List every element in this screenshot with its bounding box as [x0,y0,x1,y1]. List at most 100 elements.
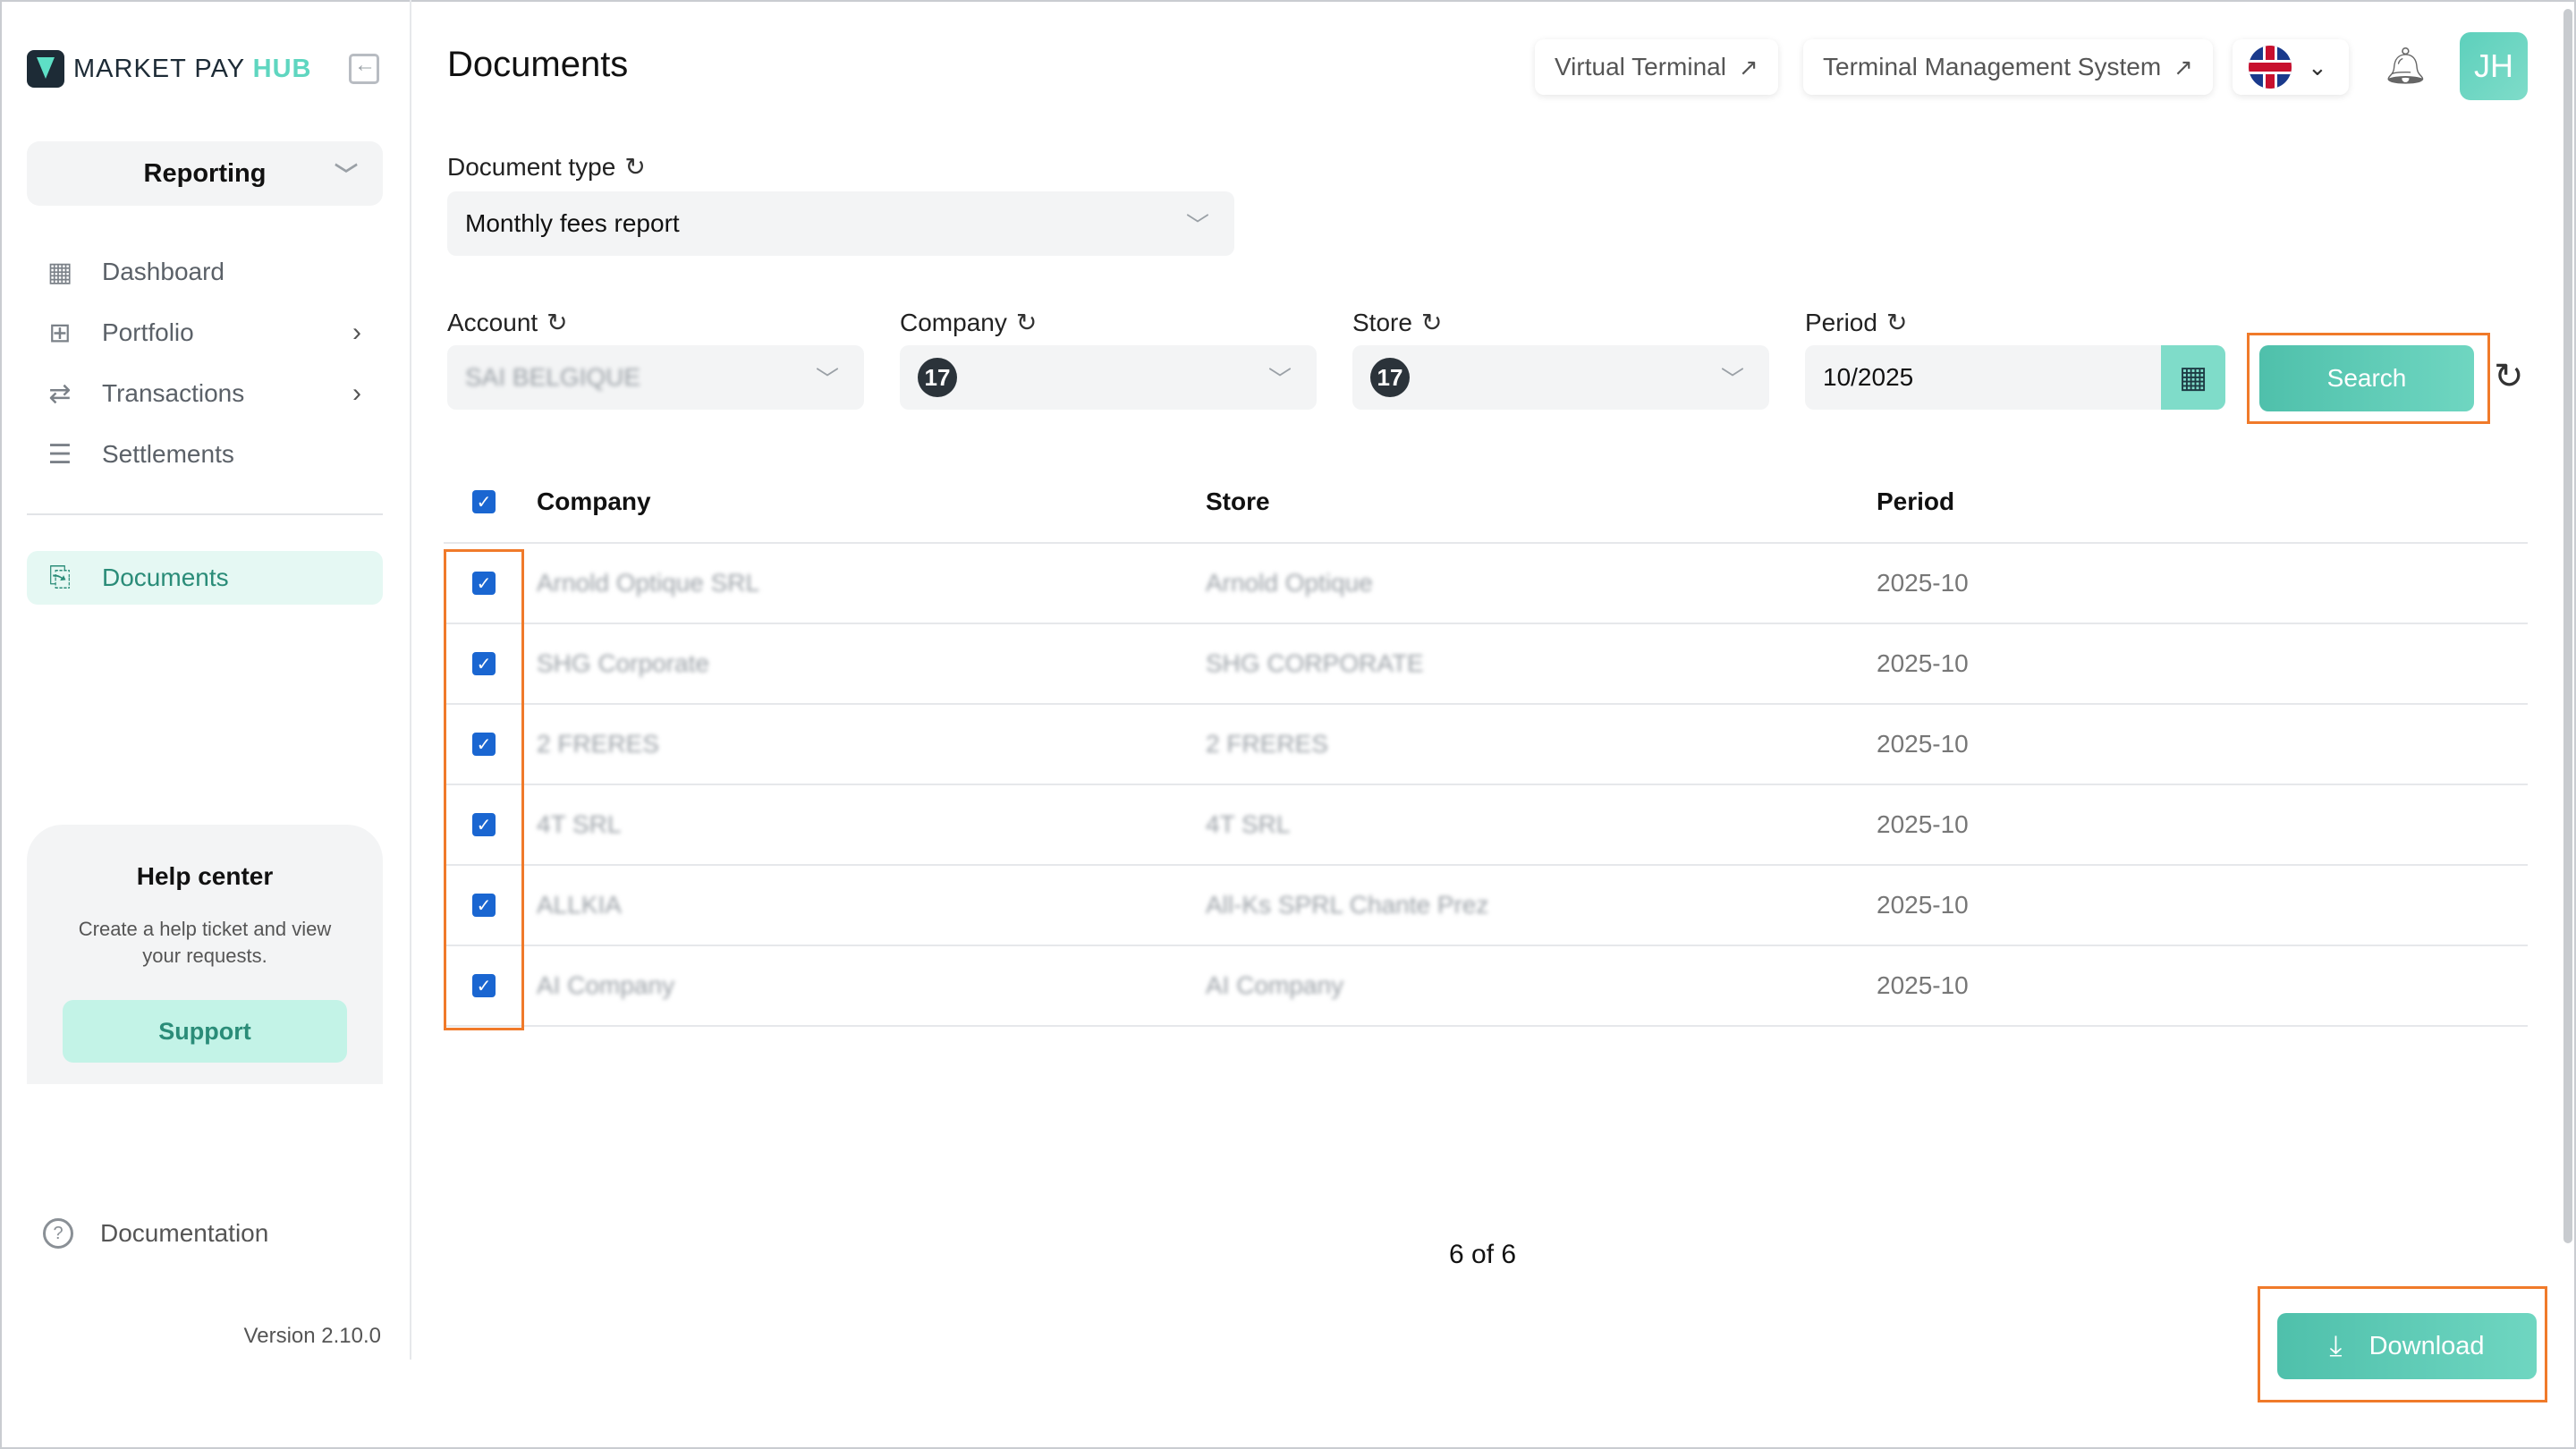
chevron-right-icon: › [352,318,361,347]
column-header-company[interactable]: Company [537,487,651,516]
bell-icon[interactable]: 🔔︎ [2383,45,2428,87]
refresh-icon[interactable]: ↻ [547,308,567,337]
cell-company: Arnold Optique SRL [537,569,760,597]
chevron-down-icon: ﹀ [1185,212,1209,239]
chevron-down-icon: ﹀ [334,162,358,189]
external-link-icon: ↗ [2174,53,2193,80]
help-circle-icon: ? [43,1218,73,1249]
cell-period: 2025-10 [1877,649,1969,677]
sidebar-item-label: Documents [102,564,229,591]
sidebar-item-dashboard[interactable]: ▦ Dashboard [27,242,383,302]
logo-icon [27,50,64,88]
tms-label: Terminal Management System [1823,53,2162,80]
logo-text-main: MARKET PAY [73,54,245,83]
dashboard-icon: ▦ [47,257,73,287]
chevron-down-icon: ⌄ [2308,53,2327,80]
documents-table: ✓ Company Store Period ✓ Arnold Optique … [444,462,2528,1027]
period-label-text: Period [1805,308,1877,336]
table-row[interactable]: ✓ SHG Corporate SHG CORPORATE 2025-10 [444,624,2528,705]
avatar[interactable]: JH [2460,32,2528,100]
logo-text-hub: HUB [252,54,312,83]
external-link-icon: ↗ [1738,53,1758,80]
table-row[interactable]: ✓ 2 FRERES 2 FRERES 2025-10 [444,705,2528,785]
vertical-scrollbar[interactable] [2563,9,2572,1243]
help-center-text: Create a help ticket and view your reque… [78,918,332,967]
app-version: Version 2.10.0 [243,1324,381,1348]
store-select[interactable]: 17 ﹀ [1352,345,1769,410]
store-label: Store ↻ [1352,308,1442,337]
help-center-title: Help center [136,862,274,890]
documentation-link[interactable]: ? Documentation [43,1218,268,1249]
account-label-text: Account [447,308,538,336]
chevron-down-icon: ﹀ [815,366,839,393]
period-value: 10/2025 [1823,363,1914,391]
store-label-text: Store [1352,308,1412,336]
document-type-label: Document type ↻ [447,152,646,182]
document-type-select[interactable]: Monthly fees report ﹀ [447,191,1234,256]
chevron-down-icon: ﹀ [1720,366,1744,393]
section-dropdown[interactable]: Reporting ﹀ [27,141,383,206]
company-label: Company ↻ [900,308,1037,337]
table-row[interactable]: ✓ 4T SRL 4T SRL 2025-10 [444,785,2528,866]
chevron-down-icon: ﹀ [1267,366,1292,393]
table-row[interactable]: ✓ ALLKIA All-Ks SPRL Chante Prez 2025-10 [444,866,2528,946]
sidebar-item-label: Dashboard [102,258,225,285]
select-all-checkbox[interactable]: ✓ [472,490,496,513]
chevron-right-icon: › [352,378,361,408]
refresh-icon[interactable]: ↻ [624,152,645,182]
settlements-icon: ☰ [47,439,72,470]
calendar-icon[interactable]: ▦ [2161,345,2225,410]
collapse-sidebar-icon[interactable] [349,53,379,84]
sidebar-item-label: Transactions [102,379,245,407]
table-header: ✓ Company Store Period [444,462,2528,544]
period-label: Period ↻ [1805,308,1907,337]
period-input[interactable]: 10/2025 ▦ [1805,345,2225,410]
cell-period: 2025-10 [1877,730,1969,758]
refresh-icon[interactable]: ↻ [1886,308,1907,337]
sidebar-item-transactions[interactable]: ⇄ Transactions › [27,363,383,424]
account-label: Account ↻ [447,308,568,337]
portfolio-icon: ⊞ [48,318,72,348]
document-type-value: Monthly fees report [465,209,680,237]
account-select[interactable]: SAI BELGIQUE ﹀ [447,345,864,410]
cell-store: 2 FRERES [1206,730,1328,758]
tms-button[interactable]: Terminal Management System ↗ [1803,39,2213,95]
documentation-label: Documentation [100,1219,269,1247]
company-label-text: Company [900,308,1007,336]
table-row[interactable]: ✓ AI Company AI Company 2025-10 [444,946,2528,1027]
company-select[interactable]: 17 ﹀ [900,345,1317,410]
column-header-period[interactable]: Period [1877,487,1954,516]
transactions-icon: ⇄ [48,378,72,409]
cell-company: 4T SRL [537,810,622,838]
company-count-badge: 17 [918,358,957,397]
section-dropdown-label: Reporting [143,158,267,188]
page-title: Documents [447,45,629,84]
app-logo[interactable]: MARKET PAY HUB [27,50,311,88]
download-icon: ⤓ [2329,1329,2343,1361]
cell-store: SHG CORPORATE [1206,649,1424,677]
refresh-icon[interactable]: ↻ [1016,308,1037,337]
sidebar-item-label: Settlements [102,440,234,468]
logo-text: MARKET PAY HUB [73,55,311,84]
column-header-store[interactable]: Store [1206,487,1270,516]
uk-flag-icon [2249,46,2292,89]
sidebar-item-portfolio[interactable]: ⊞ Portfolio › [27,302,383,363]
refresh-icon[interactable]: ↻ [2494,356,2524,397]
cell-period: 2025-10 [1877,891,1969,919]
download-button[interactable]: ⤓ Download [2277,1313,2537,1379]
help-center-card: Help center Create a help ticket and vie… [27,825,383,1084]
cell-store: Arnold Optique [1206,569,1373,597]
cell-store: AI Company [1206,971,1344,999]
table-row[interactable]: ✓ Arnold Optique SRL Arnold Optique 2025… [444,544,2528,624]
sidebar-nav: ▦ Dashboard ⊞ Portfolio › ⇄ Transactions… [27,242,383,485]
download-label: Download [2368,1331,2485,1360]
support-button[interactable]: Support [63,1000,347,1063]
refresh-icon[interactable]: ↻ [1421,308,1442,337]
search-button[interactable]: Search [2259,345,2474,411]
language-selector[interactable]: ⌄ [2233,39,2349,95]
store-count-badge: 17 [1370,358,1410,397]
sidebar-item-documents[interactable]: ⎘ Documents [27,551,383,605]
sidebar-item-settlements[interactable]: ☰ Settlements [27,424,383,485]
sidebar-divider [27,513,383,515]
virtual-terminal-button[interactable]: Virtual Terminal ↗ [1535,39,1778,95]
